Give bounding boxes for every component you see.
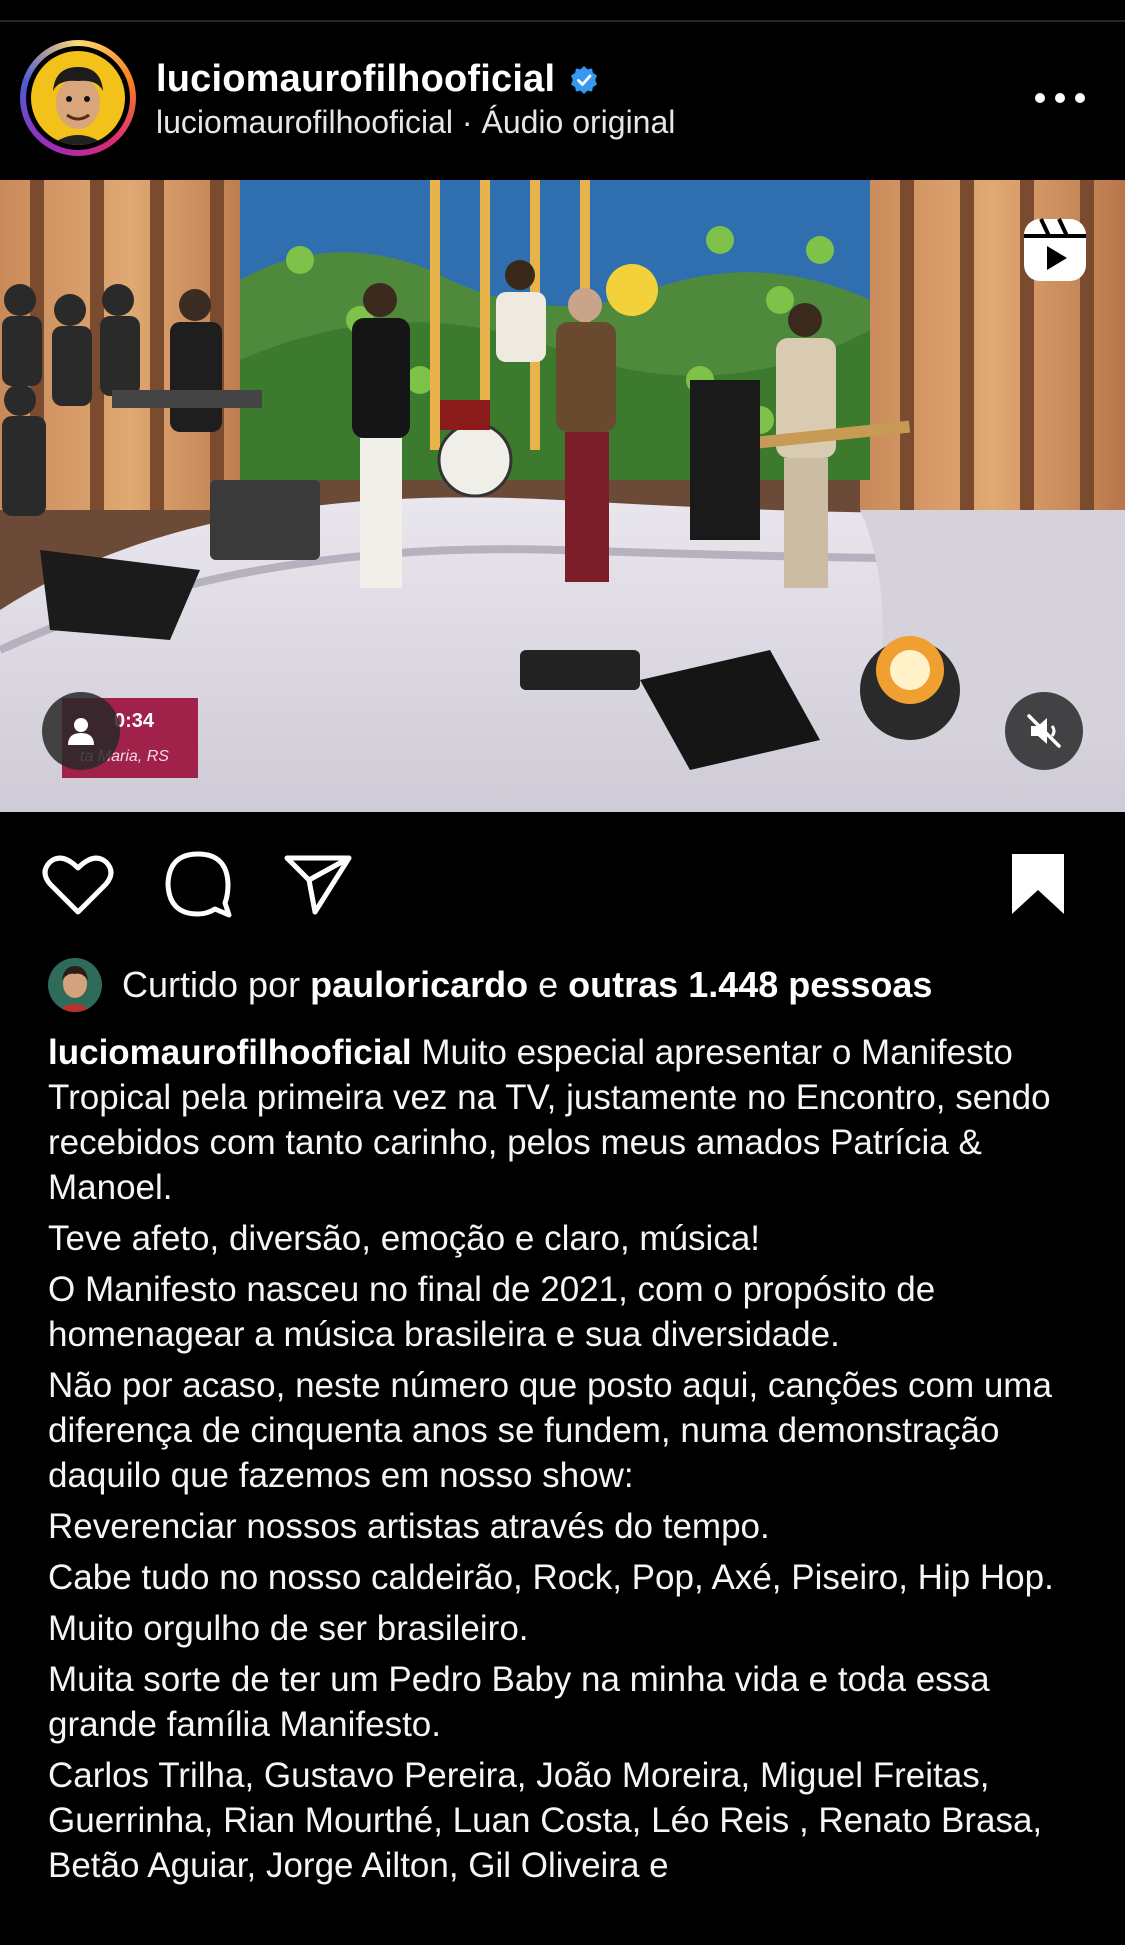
- caption-line: Não por acaso, neste número que posto aq…: [48, 1366, 1052, 1495]
- likes-count[interactable]: outras 1.448 pessoas: [568, 964, 932, 1005]
- top-divider: [0, 20, 1125, 22]
- comment-icon[interactable]: [160, 846, 236, 922]
- action-bar: [0, 846, 1125, 926]
- post-username[interactable]: luciomaurofilhooficial: [156, 58, 555, 101]
- liker-username[interactable]: pauloricardo: [310, 964, 528, 1005]
- caption-line: O Manifesto nasceu no final de 2021, com…: [48, 1270, 936, 1354]
- profile-avatar[interactable]: [20, 40, 136, 156]
- likes-text: Curtido por pauloricardo e outras 1.448 …: [122, 964, 932, 1006]
- mute-icon[interactable]: [1005, 692, 1083, 770]
- post-header: luciomaurofilhooficial luciomaurofilhoof…: [0, 40, 1125, 180]
- caption-line: Cabe tudo no nosso caldeirão, Rock, Pop,…: [48, 1558, 1054, 1597]
- more-icon[interactable]: [1035, 90, 1085, 106]
- bookmark-icon[interactable]: [1000, 846, 1076, 922]
- reels-icon: [1024, 218, 1086, 281]
- caption-paragraph: luciomaurofilhooficial Muito especial ap…: [48, 1030, 1088, 1210]
- username-row: luciomaurofilhooficial: [156, 58, 599, 101]
- video-player[interactable]: 0:34 ta Maria, RS: [0, 180, 1125, 812]
- likes-prefix: Curtido por: [122, 964, 311, 1005]
- tag-user-icon[interactable]: [42, 692, 120, 770]
- caption-line: Muita sorte de ter um Pedro Baby na minh…: [48, 1660, 990, 1744]
- liker-avatar[interactable]: [48, 958, 102, 1012]
- caption-username[interactable]: luciomaurofilhooficial: [48, 1033, 412, 1072]
- likes-conjunction: e: [528, 964, 569, 1005]
- post-caption: luciomaurofilhooficial Muito especial ap…: [48, 1030, 1088, 1894]
- caption-line: Muito orgulho de ser brasileiro.: [48, 1609, 529, 1648]
- avatar-image: [31, 51, 125, 145]
- caption-line: Teve afeto, diversão, emoção e claro, mú…: [48, 1219, 761, 1258]
- share-icon[interactable]: [280, 846, 356, 922]
- verified-icon: [571, 65, 598, 94]
- caption-line: Reverenciar nossos artistas através do t…: [48, 1507, 770, 1546]
- heart-icon[interactable]: [40, 846, 116, 922]
- caption-line: Carlos Trilha, Gustavo Pereira, João Mor…: [48, 1756, 1043, 1885]
- audio-subline[interactable]: luciomaurofilhooficial · Áudio original: [156, 104, 675, 141]
- overlay-time: 0:34: [114, 710, 155, 732]
- likes-row: Curtido por pauloricardo e outras 1.448 …: [48, 958, 932, 1012]
